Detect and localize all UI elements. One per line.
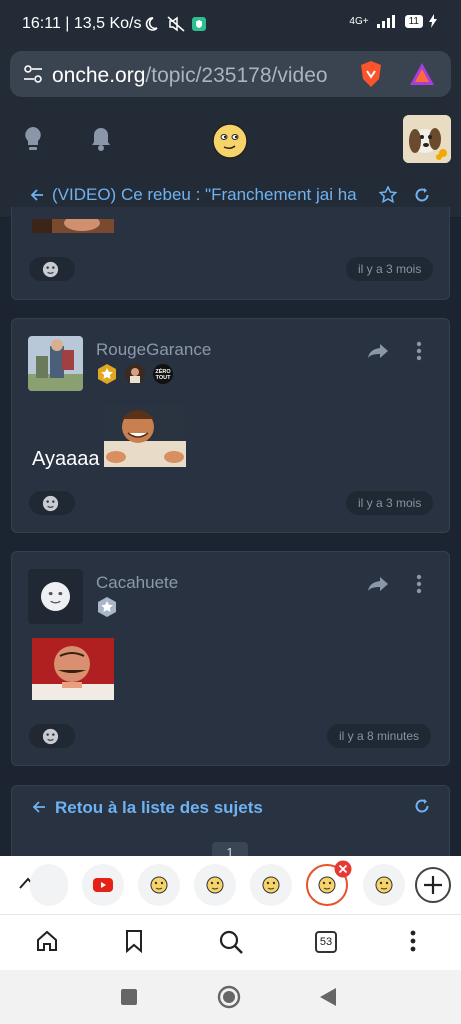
post-card: RougeGarance ZÉRO TOUT Ayaaaa il y a 3 mo…	[11, 318, 450, 533]
tab-onche[interactable]	[194, 864, 236, 906]
brave-rewards-icon[interactable]	[409, 62, 435, 86]
charging-icon	[429, 14, 437, 28]
reaction-button[interactable]	[29, 257, 75, 281]
brave-shields-icon[interactable]	[358, 60, 384, 88]
signal-icon	[376, 15, 395, 28]
author-avatar[interactable]	[28, 569, 83, 624]
post-timestamp: il y a 3 mois	[346, 257, 434, 281]
user-avatar[interactable]	[403, 115, 451, 163]
back-arrow-icon[interactable]	[32, 800, 46, 814]
tab-switcher-button[interactable]: 53	[315, 931, 337, 953]
url-path: /topic/235178/video	[145, 64, 328, 87]
lightbulb-icon[interactable]	[24, 126, 42, 152]
more-options-icon[interactable]	[416, 574, 422, 594]
post-card: Cacahuete il y a 8 minutes	[11, 551, 450, 766]
tab-youtube[interactable]	[82, 864, 124, 906]
search-icon[interactable]	[218, 929, 244, 955]
shield-app-icon	[192, 17, 206, 31]
back-to-list-link[interactable]: Retou à la liste des sujets	[55, 798, 263, 818]
url-text[interactable]: onche.org/topic/235178/video	[52, 64, 357, 88]
share-icon[interactable]	[367, 576, 389, 592]
risitas-sticker	[32, 638, 114, 700]
post-image-partial	[32, 219, 114, 233]
reaction-button[interactable]	[29, 724, 75, 748]
post-timestamp: il y a 3 mois	[346, 491, 434, 515]
onche-favicon-icon	[150, 876, 168, 894]
smiley-reaction-icon	[42, 728, 59, 745]
notifications-bell-icon[interactable]	[90, 126, 112, 152]
share-icon[interactable]	[367, 343, 389, 359]
status-bar: 16:11 | 13,5 Ko/s 4G+ 11	[0, 0, 461, 48]
tab-onche[interactable]	[250, 864, 292, 906]
laughing-man-sticker	[104, 405, 186, 467]
author-avatar-image	[28, 336, 83, 391]
author-avatar[interactable]	[28, 336, 83, 391]
browser-url-bar: onche.org/topic/235178/video	[0, 48, 461, 104]
tab-onche[interactable]	[363, 864, 405, 906]
reaction-button[interactable]	[29, 491, 75, 515]
refresh-icon[interactable]	[414, 187, 430, 203]
home-circle-icon[interactable]	[217, 985, 241, 1009]
tab-thumbnail[interactable]	[30, 864, 68, 906]
author-username[interactable]: Cacahuete	[96, 573, 178, 593]
smiley-reaction-icon	[42, 261, 59, 278]
system-navigation-bar	[0, 970, 461, 1024]
status-indicators: 4G+ 11	[349, 14, 437, 28]
silver-star-badge-icon	[98, 597, 116, 617]
back-triangle-icon[interactable]	[318, 987, 338, 1007]
network-type: 4G+	[349, 15, 369, 27]
moon-icon	[145, 17, 158, 31]
post-message-text: Ayaaaa	[32, 448, 100, 470]
youtube-icon	[93, 878, 113, 892]
more-options-icon[interactable]	[416, 341, 422, 361]
site-settings-icon[interactable]	[23, 65, 43, 83]
close-tab-icon[interactable]	[334, 860, 352, 878]
bookmark-icon[interactable]	[125, 929, 143, 953]
smiley-reaction-icon	[42, 495, 59, 512]
home-icon[interactable]	[35, 929, 59, 953]
topic-title[interactable]: (VIDEO) Ce rebeu : "Franchement jai ha	[52, 185, 370, 205]
site-header	[0, 104, 461, 174]
favorite-star-icon[interactable]	[379, 186, 397, 204]
url-field[interactable]: onche.org/topic/235178/video	[10, 51, 451, 97]
mute-icon	[167, 16, 185, 32]
browser-menu-icon[interactable]	[410, 930, 416, 952]
new-tab-plus-icon[interactable]	[414, 866, 452, 904]
browser-tab-strip	[0, 856, 461, 914]
back-arrow-icon[interactable]	[30, 188, 44, 202]
onche-favicon-icon	[206, 876, 224, 894]
author-username[interactable]: RougeGarance	[96, 340, 211, 360]
default-avatar-smiley-icon	[40, 581, 71, 612]
recents-square-icon[interactable]	[120, 988, 138, 1006]
onche-logo-smiley[interactable]	[211, 122, 249, 160]
svg-text:TOUT: TOUT	[156, 375, 172, 381]
browser-toolbar: 53	[0, 914, 461, 970]
status-time: 16:11 | 13,5 Ko/s	[22, 15, 142, 32]
gold-star-badge-icon	[98, 364, 116, 384]
zero-tout-badge: ZÉROTOUT	[153, 364, 173, 384]
onche-favicon-icon	[262, 876, 280, 894]
onche-favicon-icon	[318, 876, 336, 894]
svg-text:ZÉRO: ZÉRO	[155, 367, 171, 375]
portrait-badge-icon	[125, 364, 145, 384]
refresh-icon[interactable]	[414, 798, 430, 814]
post-timestamp: il y a 8 minutes	[327, 724, 432, 748]
post-card: il y a 3 mois	[11, 207, 450, 300]
onche-favicon-icon	[375, 876, 393, 894]
url-domain: onche.org	[52, 64, 146, 87]
battery-level: 11	[404, 14, 423, 28]
dog-avatar-image	[403, 115, 451, 163]
tab-onche[interactable]	[138, 864, 180, 906]
